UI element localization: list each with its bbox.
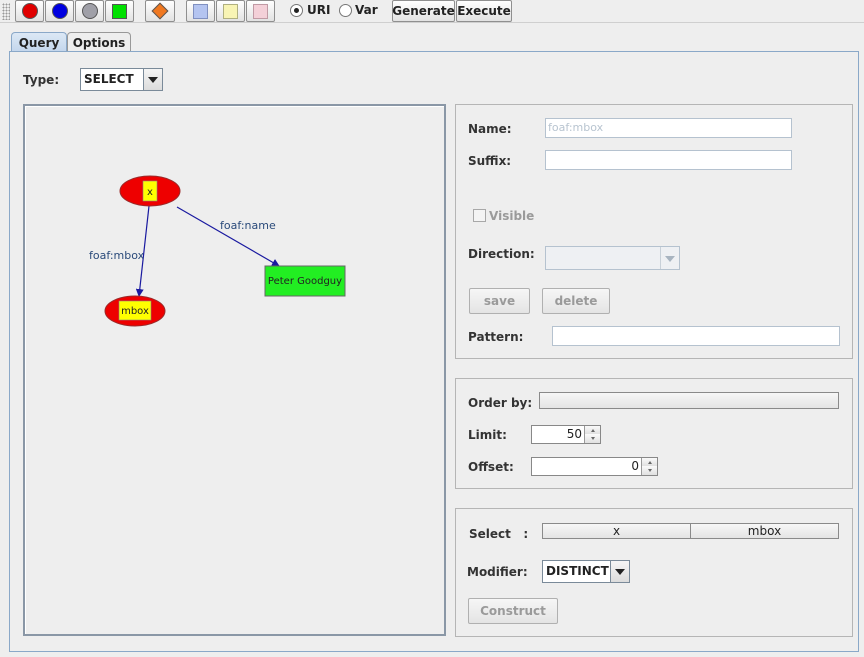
- execute-button[interactable]: Execute: [456, 0, 512, 22]
- select-column-x[interactable]: x: [542, 523, 691, 539]
- radio-uri-label[interactable]: URI: [307, 3, 330, 17]
- delete-button[interactable]: delete: [542, 288, 610, 314]
- chevron-down-icon[interactable]: [660, 247, 679, 269]
- modifier-value: DISTINCT: [546, 564, 609, 578]
- radio-selected-dot: [294, 8, 299, 13]
- select-label: Select :: [469, 527, 529, 541]
- graph-edge-label[interactable]: foaf:name: [220, 219, 276, 232]
- pattern-label: Pattern:: [468, 330, 524, 344]
- node-literal-tool[interactable]: [105, 0, 134, 22]
- red-circle-icon: [21, 3, 38, 19]
- node-var-tool[interactable]: [15, 0, 44, 22]
- green-square-icon: [112, 3, 127, 19]
- limit-value: 50: [566, 427, 582, 441]
- select-column-mbox[interactable]: mbox: [690, 523, 839, 539]
- spinner-down-icon[interactable]: [584, 434, 600, 443]
- construct-button[interactable]: Construct: [468, 598, 558, 624]
- chevron-down-icon[interactable]: [143, 69, 162, 90]
- radio-var[interactable]: [339, 4, 352, 17]
- node-properties-panel: [455, 104, 853, 359]
- generate-button[interactable]: Generate: [392, 0, 455, 22]
- suffix-field[interactable]: [545, 150, 792, 170]
- limit-label: Limit:: [468, 428, 507, 442]
- color-yellow-tool[interactable]: [216, 0, 245, 22]
- type-value: SELECT: [84, 72, 134, 86]
- type-combobox[interactable]: SELECT: [80, 68, 163, 91]
- tab-query[interactable]: Query: [11, 32, 67, 52]
- color-blue-tool[interactable]: [186, 0, 215, 22]
- light-yellow-square-icon: [223, 3, 238, 19]
- node-filter-tool[interactable]: [145, 0, 175, 22]
- query-graph-canvas[interactable]: foaf:mbox foaf:name x mbox Peter Goodguy: [23, 104, 446, 636]
- name-label: Name:: [468, 122, 512, 136]
- visible-label: Visible: [489, 209, 535, 223]
- graph-svg: foaf:mbox foaf:name x mbox Peter Goodguy: [89, 175, 346, 327]
- type-label: Type:: [23, 73, 60, 87]
- toolbar-grip[interactable]: [2, 3, 10, 20]
- graph-node-x[interactable]: x: [119, 175, 181, 207]
- direction-label: Direction:: [468, 247, 535, 261]
- orange-diamond-icon: [151, 2, 169, 20]
- light-blue-square-icon: [193, 3, 208, 19]
- modifier-label: Modifier:: [467, 565, 528, 579]
- graph-edge-foaf-name[interactable]: [176, 206, 280, 267]
- color-pink-tool[interactable]: [246, 0, 275, 22]
- node-blank-tool[interactable]: [75, 0, 104, 22]
- graph-edge-label[interactable]: foaf:mbox: [89, 249, 145, 262]
- offset-value: 0: [631, 459, 639, 473]
- gray-circle-icon: [81, 3, 98, 19]
- direction-combobox[interactable]: [545, 246, 680, 270]
- save-button[interactable]: save: [469, 288, 530, 314]
- node-uri-tool[interactable]: [45, 0, 74, 22]
- graph-node-mbox[interactable]: mbox: [104, 295, 166, 327]
- order-by-field[interactable]: [539, 392, 839, 409]
- suffix-label: Suffix:: [468, 154, 512, 168]
- radio-var-label[interactable]: Var: [355, 3, 378, 17]
- order-by-label: Order by:: [468, 396, 533, 410]
- triangle-glyph: [665, 256, 675, 262]
- light-pink-square-icon: [253, 3, 268, 19]
- radio-uri[interactable]: [290, 4, 303, 17]
- offset-label: Offset:: [468, 460, 514, 474]
- graph-node-label: x: [147, 187, 153, 198]
- name-field[interactable]: foaf:mbox: [545, 118, 792, 138]
- tab-options[interactable]: Options: [67, 32, 131, 52]
- graph-node-literal[interactable]: Peter Goodguy: [264, 265, 346, 297]
- blue-circle-icon: [51, 3, 68, 19]
- offset-spinner[interactable]: 0: [531, 457, 658, 476]
- limit-spinner[interactable]: 50: [531, 425, 601, 444]
- modifier-combobox[interactable]: DISTINCT: [542, 560, 630, 583]
- toolbar: URI Var Generate Execute: [0, 0, 864, 23]
- graph-node-label: Peter Goodguy: [268, 276, 342, 287]
- spinner-down-icon[interactable]: [641, 466, 657, 475]
- chevron-down-icon[interactable]: [610, 561, 629, 582]
- pattern-field[interactable]: [552, 326, 840, 346]
- graph-node-label: mbox: [121, 306, 149, 317]
- visible-checkbox[interactable]: [473, 209, 486, 222]
